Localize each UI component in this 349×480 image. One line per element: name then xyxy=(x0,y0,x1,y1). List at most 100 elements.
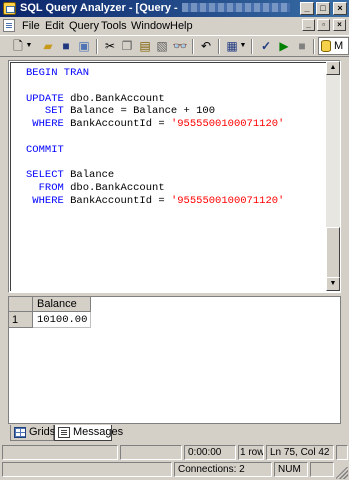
sql-keyword: WHERE xyxy=(26,194,71,207)
cursor-position: Ln 75, Col 42 xyxy=(266,445,334,460)
code-line[interactable]: COMMIT xyxy=(26,144,284,157)
editor-vertical-scrollbar[interactable]: ▲ ▼ xyxy=(326,61,340,291)
menu-edit[interactable]: Edit xyxy=(45,20,64,32)
child-restore-button[interactable]: ▫ xyxy=(317,19,330,31)
code-line[interactable] xyxy=(26,157,284,170)
column-header-balance[interactable]: Balance xyxy=(33,297,91,312)
sql-keyword: SET xyxy=(26,105,71,118)
sql-text: dbo.BankAccount xyxy=(70,182,165,195)
app-status-message xyxy=(2,462,172,477)
menu-window[interactable]: Window xyxy=(131,20,170,32)
status-message xyxy=(2,445,118,460)
sql-text: BankAccountId = xyxy=(70,194,171,207)
minimize-button[interactable]: _ xyxy=(300,2,314,15)
code-line[interactable]: WHERE BankAccountId = '9555500100071120' xyxy=(26,118,284,131)
sql-keyword: BEGIN TRAN xyxy=(26,67,90,79)
messages-icon xyxy=(58,427,70,438)
scroll-up-arrow-icon[interactable]: ▲ xyxy=(326,61,340,75)
status-blank xyxy=(120,445,182,460)
results-tabs: Grids Messages xyxy=(8,424,341,442)
child-minimize-button[interactable]: _ xyxy=(302,19,315,31)
sql-text: Balance xyxy=(70,169,115,182)
document-icon[interactable] xyxy=(3,19,15,32)
sql-text: dbo.BankAccount xyxy=(70,92,165,105)
menu-bar: File Edit Query Tools Window Help _ ▫ × xyxy=(0,17,349,35)
toolbar-separator xyxy=(251,39,253,54)
stop-icon[interactable]: ■ xyxy=(294,38,310,54)
results-grid[interactable]: Balance 1 10100.00 xyxy=(8,296,341,424)
app-status-bar: Connections: 2 NUM xyxy=(0,461,349,480)
dropdown-arrow-icon[interactable]: ▼ xyxy=(25,38,33,54)
menu-query[interactable]: Query xyxy=(69,20,99,32)
window-title: SQL Query Analyzer - [Query - xyxy=(20,2,290,14)
dropdown-arrow-icon[interactable]: ▼ xyxy=(239,38,247,54)
query-editor[interactable]: BEGIN TRAN UPDATE dbo.BankAccount SET Bal… xyxy=(8,60,341,293)
connections-count: Connections: 2 xyxy=(174,462,272,477)
code-line[interactable]: UPDATE dbo.BankAccount xyxy=(26,93,284,106)
code-line[interactable]: SET Balance = Balance + 100 xyxy=(26,105,284,118)
toolbar: 🗋 ▼ ▰ ■ ▣ ✂ ❐ ▤ ▧ 👓 ↶ ▦ ▼ ✓ ▶ ■ M xyxy=(0,35,349,57)
obscured-title-text xyxy=(181,3,290,12)
title-bar: SQL Query Analyzer - [Query - _ □ × xyxy=(0,0,349,17)
toolbar-separator xyxy=(313,39,315,54)
num-lock-indicator: NUM xyxy=(274,462,308,477)
code-line[interactable]: BEGIN TRAN xyxy=(26,67,284,80)
sql-keyword: SELECT xyxy=(26,169,71,182)
sql-keyword: UPDATE xyxy=(26,92,71,105)
toolbar-separator xyxy=(192,39,194,54)
tab-messages[interactable]: Messages xyxy=(54,425,123,441)
tab-grids[interactable]: Grids xyxy=(10,425,56,441)
sql-keyword: WHERE xyxy=(26,118,71,131)
child-close-button[interactable]: × xyxy=(333,19,346,31)
paste-icon[interactable]: ▤ xyxy=(137,38,153,54)
clear-icon[interactable]: ▧ xyxy=(154,38,170,54)
database-name: M xyxy=(334,40,344,52)
maximize-button[interactable]: □ xyxy=(316,2,330,15)
grid-cell[interactable]: 10100.00 xyxy=(33,312,91,328)
close-button[interactable]: × xyxy=(333,2,347,15)
editor-text-area[interactable]: BEGIN TRAN UPDATE dbo.BankAccount SET Bal… xyxy=(10,62,328,291)
sql-keyword: COMMIT xyxy=(26,143,64,156)
sql-text: BankAccountId = xyxy=(70,118,171,131)
load-script-icon[interactable]: ▣ xyxy=(76,38,92,54)
sql-string: '9555500100071120' xyxy=(170,194,285,207)
results-mode-icon[interactable]: ▦ xyxy=(224,38,240,54)
code-line[interactable]: SELECT Balance xyxy=(26,169,284,182)
code-line[interactable]: WHERE BankAccountId = '9555500100071120' xyxy=(26,195,284,208)
parse-icon[interactable]: ✓ xyxy=(258,38,274,54)
menu-tools[interactable]: Tools xyxy=(101,20,127,32)
code-line[interactable] xyxy=(26,80,284,93)
code-line[interactable]: FROM dbo.BankAccount xyxy=(26,182,284,195)
status-extra xyxy=(336,445,348,460)
grid-icon xyxy=(14,427,26,438)
status-blank-right xyxy=(310,462,334,477)
toolbar-separator xyxy=(96,39,98,54)
execution-time: 0:00:00 xyxy=(184,445,236,460)
new-query-icon[interactable]: 🗋 xyxy=(10,38,26,54)
tab-messages-label: Messages xyxy=(73,426,124,438)
sql-text: Balance = Balance + 100 xyxy=(70,105,216,118)
window-title-label: SQL Query Analyzer - [Query - xyxy=(20,2,178,14)
row-number[interactable]: 1 xyxy=(9,312,33,328)
menu-file[interactable]: File xyxy=(22,20,40,32)
cut-icon[interactable]: ✂ xyxy=(102,38,118,54)
query-status-bar: 0:00:00 1 rows Ln 75, Col 42 xyxy=(0,444,349,461)
sql-code[interactable]: BEGIN TRAN UPDATE dbo.BankAccount SET Bal… xyxy=(26,67,284,208)
menu-help[interactable]: Help xyxy=(170,20,193,32)
database-icon xyxy=(321,40,331,52)
scroll-down-arrow-icon[interactable]: ▼ xyxy=(326,277,340,291)
undo-icon[interactable]: ↶ xyxy=(198,38,214,54)
find-icon[interactable]: 👓 xyxy=(172,38,188,54)
grid-corner xyxy=(9,297,33,312)
scroll-thumb[interactable] xyxy=(326,227,340,279)
execute-icon[interactable]: ▶ xyxy=(276,38,292,54)
save-icon[interactable]: ■ xyxy=(58,38,74,54)
open-icon[interactable]: ▰ xyxy=(40,38,56,54)
resize-grip-icon[interactable] xyxy=(336,467,348,479)
database-select[interactable]: M xyxy=(318,37,349,55)
code-line[interactable] xyxy=(26,131,284,144)
sql-string: '9555500100071120' xyxy=(170,118,285,131)
tab-grids-label: Grids xyxy=(29,426,56,438)
query-analyzer-app-icon[interactable] xyxy=(3,2,16,15)
copy-icon[interactable]: ❐ xyxy=(119,38,135,54)
